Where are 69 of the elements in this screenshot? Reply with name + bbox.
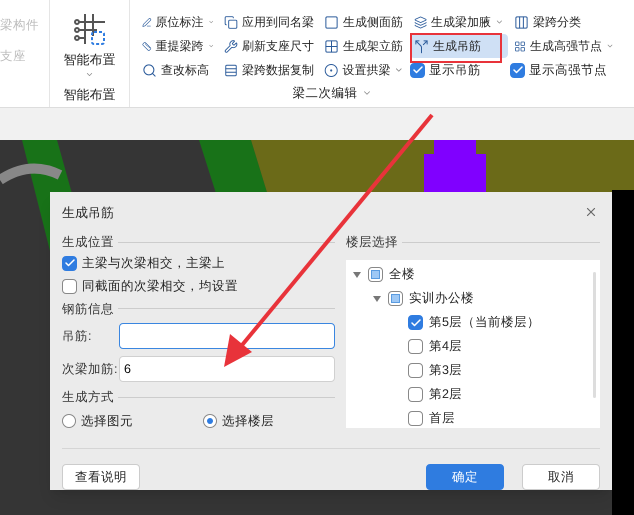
expand-triangle-icon[interactable]	[352, 270, 362, 280]
input-field[interactable]	[119, 323, 335, 350]
grid-icon	[324, 38, 339, 54]
layers-icon	[414, 14, 428, 30]
tree-item-label[interactable]: 第2层	[429, 385, 462, 404]
expand-triangle-icon[interactable]	[372, 294, 382, 304]
section-title: 钢筋信息	[62, 300, 114, 318]
radio-label: 选择图元	[81, 412, 133, 430]
partial-checkbox[interactable]	[388, 291, 403, 306]
tree-item-label[interactable]: 第3层	[429, 361, 462, 380]
ribbon-tool-button[interactable]: 重提梁跨	[138, 34, 218, 58]
ribbon-tool-button[interactable]: 生成架立筋	[320, 34, 408, 58]
checkbox[interactable]	[62, 256, 77, 271]
ribbon-tool-button[interactable]: 生成侧面筋	[320, 10, 408, 34]
section-title: 生成位置	[62, 234, 114, 251]
partial-checkbox[interactable]	[368, 267, 383, 282]
ribbon-tool-button[interactable]: 梁跨数据复制	[220, 58, 318, 82]
checkbox-label: 显示吊筋	[429, 62, 481, 79]
ribbon-tool-button[interactable]: 生成高强节点	[510, 34, 618, 58]
columns-icon	[514, 14, 529, 30]
group-label: 梁二次编辑	[292, 84, 372, 103]
radio-label: 选择楼层	[222, 412, 274, 430]
radio-button[interactable]	[203, 414, 217, 428]
checkbox[interactable]	[510, 62, 525, 78]
dialog-button[interactable]: 取消	[522, 464, 600, 490]
ribbon-tool-button[interactable]: 生成梁加腋	[410, 10, 508, 34]
tree-item-label[interactable]: 第4层	[429, 337, 462, 356]
grid-layout-icon	[72, 12, 106, 46]
radio-button[interactable]	[62, 414, 76, 428]
split-icon	[414, 38, 429, 54]
dialog-title: 生成吊筋	[62, 204, 114, 222]
square-icon	[324, 14, 339, 30]
ribbon-tool-button[interactable]: 梁跨分类	[510, 10, 618, 34]
tree-item-label[interactable]: 全楼	[389, 265, 415, 284]
ribbon-tool-button[interactable]: 原位标注	[138, 10, 218, 34]
checkbox[interactable]	[408, 387, 423, 402]
tree-item-label[interactable]: 第5层（当前楼层）	[429, 313, 540, 332]
field-label: 吊筋:	[62, 328, 92, 345]
checkbox-label: 主梁与次梁相交，主梁上	[82, 254, 225, 272]
wrench-icon	[224, 38, 238, 54]
checkbox-label: 显示高强节点	[529, 62, 607, 79]
checkbox[interactable]	[410, 62, 425, 78]
checkbox[interactable]	[408, 363, 423, 378]
section-title: 生成方式	[62, 389, 114, 406]
ribbon-tool-button[interactable]: 设置拱梁	[320, 58, 408, 82]
rows-icon	[224, 62, 238, 78]
field-label: 次梁加筋:	[62, 360, 118, 378]
checkbox-label: 同截面的次梁相交，均设置	[82, 278, 238, 295]
search-icon	[142, 62, 157, 78]
ribbon-tool-button[interactable]: 刷新支座尺寸	[220, 34, 318, 58]
smart-layout-button[interactable]: 智能布置	[64, 12, 116, 78]
tree-item-label[interactable]: 首层	[429, 409, 455, 428]
copy-icon	[224, 14, 238, 30]
ribbon-tool-button[interactable]: 生成吊筋	[410, 34, 508, 58]
group-label: 智能布置	[64, 86, 116, 104]
confirm-button[interactable]: 确定	[426, 464, 504, 490]
checkbox[interactable]	[408, 339, 423, 354]
checkbox[interactable]	[62, 278, 77, 294]
tree-item-label[interactable]: 实训办公楼	[409, 289, 474, 308]
dot-icon	[324, 62, 338, 78]
scrollbar[interactable]	[593, 272, 596, 398]
ribbon-tool-button[interactable]: 应用到同名梁	[220, 10, 318, 34]
checkbox[interactable]	[408, 411, 423, 426]
checkbox[interactable]	[408, 315, 423, 330]
grid-icon	[514, 38, 526, 54]
section-title: 楼层选择	[346, 234, 398, 251]
input-field[interactable]: 6	[119, 356, 335, 382]
dialog-button[interactable]: 查看说明	[62, 464, 140, 490]
ribbon-tool-button[interactable]: 查改标高	[138, 58, 218, 82]
